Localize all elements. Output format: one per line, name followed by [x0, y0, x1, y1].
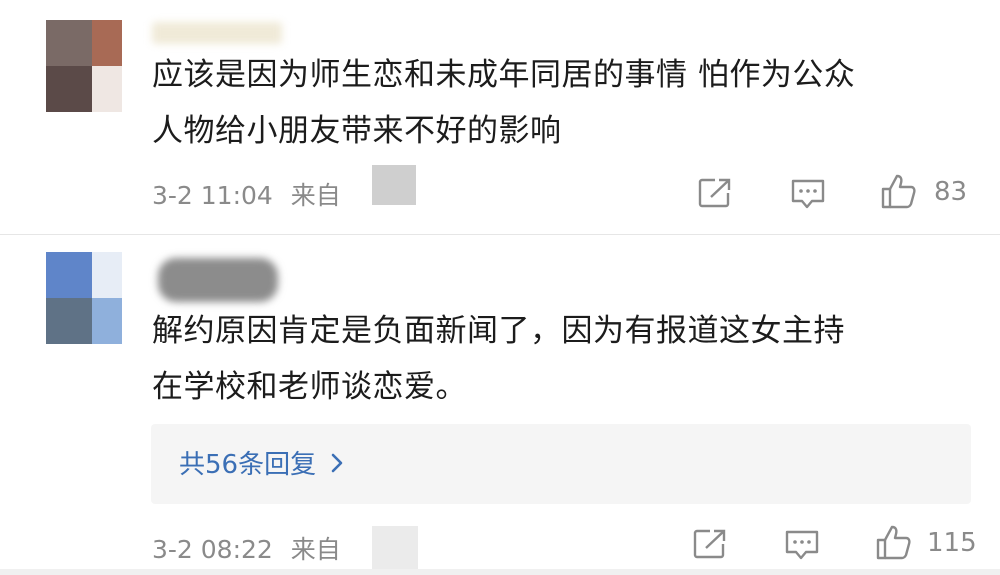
like-count: 115 — [927, 528, 977, 558]
timestamp: 3-2 11:04 — [152, 181, 273, 210]
avatar[interactable] — [46, 20, 122, 112]
like-button[interactable]: 83 — [880, 173, 967, 211]
source-redacted — [372, 165, 416, 205]
source-label: 来自 — [290, 535, 341, 564]
divider — [0, 234, 1000, 235]
thumbs-up-icon — [881, 174, 916, 209]
chevron-right-icon — [331, 453, 343, 472]
like-count: 83 — [934, 177, 968, 207]
comment-icon — [791, 179, 825, 209]
view-replies-link[interactable]: 共56条回复 — [179, 444, 344, 481]
comment-button[interactable] — [784, 528, 820, 562]
comment-icon — [785, 530, 819, 560]
comment-text-line: 解约原因肯定是负面新闻了，因为有报道这女主持 — [152, 313, 845, 349]
replies-panel[interactable]: 共56条回复 — [151, 424, 971, 504]
share-button[interactable] — [697, 177, 733, 209]
like-button[interactable]: 115 — [875, 524, 977, 562]
comment-text: 解约原因肯定是负面新闻了，因为有报道这女主持 在学校和老师谈恋爱。 — [152, 303, 972, 415]
username-redacted[interactable] — [152, 22, 282, 44]
comment-text: 应该是因为师生恋和未成年同居的事情 怕作为公众 人物给小朋友带来不好的影响 — [152, 47, 972, 159]
timestamp: 3-2 08:22 — [152, 535, 273, 564]
comment-item: 应该是因为师生恋和未成年同居的事情 怕作为公众 人物给小朋友带来不好的影响 3-… — [0, 0, 1000, 235]
divider — [0, 569, 1000, 575]
thumbs-up-icon — [876, 525, 911, 560]
username-redacted[interactable] — [158, 258, 278, 302]
source-label: 来自 — [290, 181, 341, 210]
share-icon — [698, 178, 731, 208]
comment-button[interactable] — [790, 177, 826, 211]
share-icon — [693, 529, 726, 559]
comment-text-line: 应该是因为师生恋和未成年同居的事情 怕作为公众 — [152, 57, 856, 93]
comment-meta: 3-2 11:04 来自 — [152, 176, 341, 212]
replies-count-label: 共56条回复 — [179, 450, 317, 480]
comment-text-line: 在学校和老师谈恋爱。 — [152, 369, 467, 405]
comment-item: 解约原因肯定是负面新闻了，因为有报道这女主持 在学校和老师谈恋爱。 共56条回复… — [0, 236, 1000, 575]
share-button[interactable] — [692, 528, 728, 560]
comment-text-line: 人物给小朋友带来不好的影响 — [152, 113, 562, 149]
avatar[interactable] — [46, 252, 122, 344]
source-redacted — [372, 526, 418, 570]
comment-meta: 3-2 08:22 来自 — [152, 530, 341, 566]
